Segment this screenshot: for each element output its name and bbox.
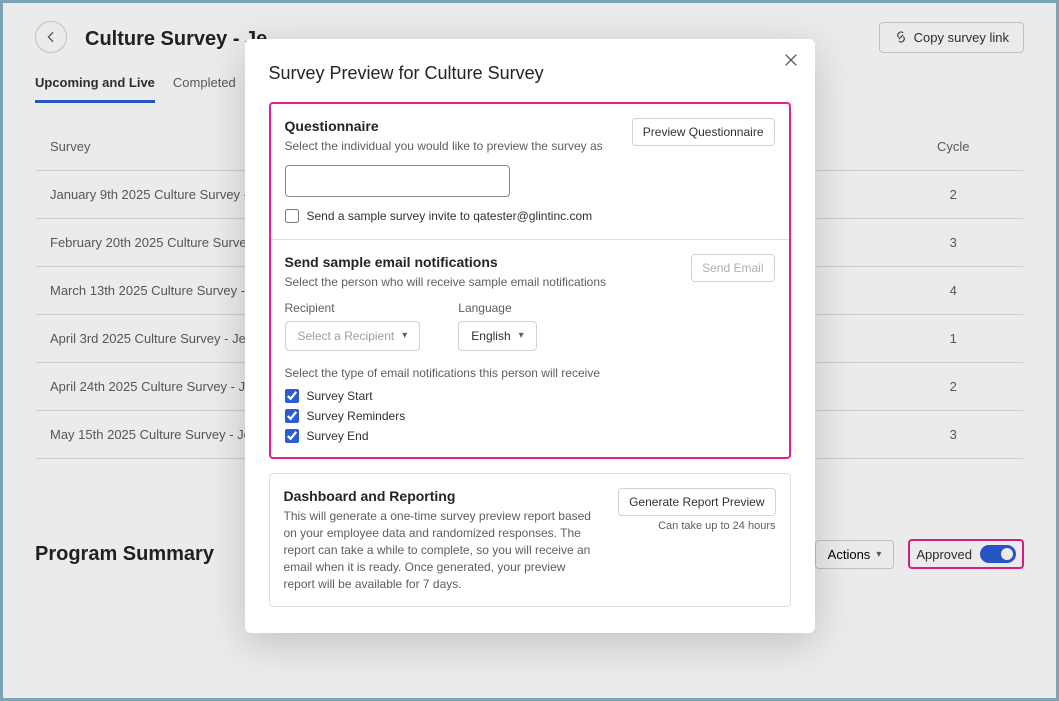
chevron-down-icon: ▾ [519, 330, 524, 341]
send-email-button[interactable]: Send Email [691, 254, 774, 282]
dashboard-title: Dashboard and Reporting [284, 488, 594, 504]
recipient-label: Recipient [285, 301, 421, 315]
sample-invite-label: Send a sample survey invite to qatester@… [307, 209, 593, 223]
recipient-placeholder: Select a Recipient [298, 329, 395, 343]
email-title: Send sample email notifications [285, 254, 607, 270]
close-icon [785, 54, 797, 66]
questionnaire-desc: Select the individual you would like to … [285, 138, 603, 155]
sample-invite-checkbox[interactable] [285, 209, 299, 223]
generate-report-button[interactable]: Generate Report Preview [618, 488, 775, 516]
language-value: English [471, 329, 510, 343]
survey-end-checkbox[interactable] [285, 429, 299, 443]
section-questionnaire: Questionnaire Select the individual you … [269, 102, 791, 459]
chevron-down-icon: ▾ [402, 330, 407, 341]
language-label: Language [458, 301, 536, 315]
survey-reminders-label: Survey Reminders [307, 409, 406, 423]
questionnaire-title: Questionnaire [285, 118, 603, 134]
preview-as-input[interactable] [285, 165, 510, 197]
survey-preview-modal: Survey Preview for Culture Survey Questi… [245, 39, 815, 633]
close-button[interactable] [785, 53, 797, 69]
survey-start-label: Survey Start [307, 389, 373, 403]
preview-questionnaire-button[interactable]: Preview Questionnaire [632, 118, 775, 146]
survey-reminders-checkbox[interactable] [285, 409, 299, 423]
dashboard-desc: This will generate a one-time survey pre… [284, 508, 594, 592]
modal-title: Survey Preview for Culture Survey [269, 63, 791, 84]
recipient-dropdown[interactable]: Select a Recipient ▾ [285, 321, 421, 351]
survey-start-checkbox[interactable] [285, 389, 299, 403]
notification-type-desc: Select the type of email notifications t… [285, 365, 775, 382]
language-dropdown[interactable]: English ▾ [458, 321, 536, 351]
app-window: Culture Survey - Je Copy survey link Upc… [0, 0, 1059, 701]
survey-end-label: Survey End [307, 429, 369, 443]
generate-report-hint: Can take up to 24 hours [618, 520, 775, 532]
email-desc: Select the person who will receive sampl… [285, 274, 607, 291]
section-dashboard: Dashboard and Reporting This will genera… [269, 473, 791, 607]
